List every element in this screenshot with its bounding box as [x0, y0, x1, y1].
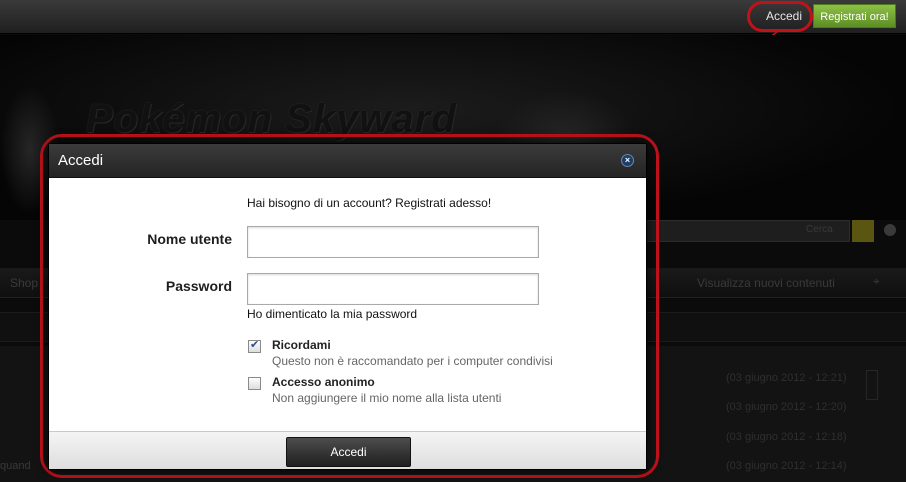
list-item-date: (03 giugno 2012 - 12:14)	[726, 460, 847, 472]
login-submit-button[interactable]: Accedi	[286, 437, 411, 467]
password-input[interactable]	[247, 273, 539, 305]
remember-me-label[interactable]: Ricordami	[272, 338, 331, 352]
login-link-highlight	[747, 1, 813, 32]
search-area: Cerca	[640, 220, 906, 244]
background-text: quand	[0, 460, 31, 472]
close-icon[interactable]: ×	[621, 154, 634, 167]
nav-item-left[interactable]: Shop	[10, 276, 38, 290]
list-item-date: (03 giugno 2012 - 12:20)	[726, 401, 847, 413]
map-pin-icon[interactable]: ⌖	[873, 274, 880, 289]
search-button[interactable]	[852, 220, 874, 242]
nav-item-new-content[interactable]: Visualizza nuovi contenuti	[697, 276, 835, 290]
need-account-line: Hai bisogno di un account? Registrati ad…	[247, 196, 491, 210]
remember-me-checkbox[interactable]	[248, 338, 261, 353]
login-dialog: Accedi × Hai bisogno di un account? Regi…	[48, 143, 647, 470]
password-label: Password	[165, 278, 232, 294]
search-options-icon[interactable]	[884, 224, 896, 236]
top-register-button[interactable]: Registrati ora!	[813, 4, 896, 28]
list-item-date: (03 giugno 2012 - 12:18)	[726, 431, 847, 443]
username-label: Nome utente	[147, 231, 232, 247]
anonymous-login-checkbox[interactable]	[248, 377, 261, 390]
forgot-password-link[interactable]: Ho dimenticato la mia password	[247, 307, 417, 321]
register-now-link[interactable]: Registrati adesso!	[395, 196, 491, 210]
dialog-header: Accedi ×	[49, 144, 646, 178]
need-account-text: Hai bisogno di un account?	[247, 196, 392, 210]
background-scrollbar[interactable]	[866, 370, 878, 400]
dialog-footer: Accedi	[49, 431, 646, 469]
list-item-date: (03 giugno 2012 - 12:21)	[726, 372, 847, 384]
dialog-title: Accedi	[58, 152, 104, 169]
remember-me-description: Questo non è raccomandato per i computer…	[272, 354, 553, 368]
anonymous-login-label[interactable]: Accesso anonimo	[272, 375, 375, 389]
username-input[interactable]	[247, 226, 539, 258]
search-label: Cerca	[806, 224, 833, 235]
anonymous-login-description: Non aggiungere il mio nome alla lista ut…	[272, 391, 502, 405]
